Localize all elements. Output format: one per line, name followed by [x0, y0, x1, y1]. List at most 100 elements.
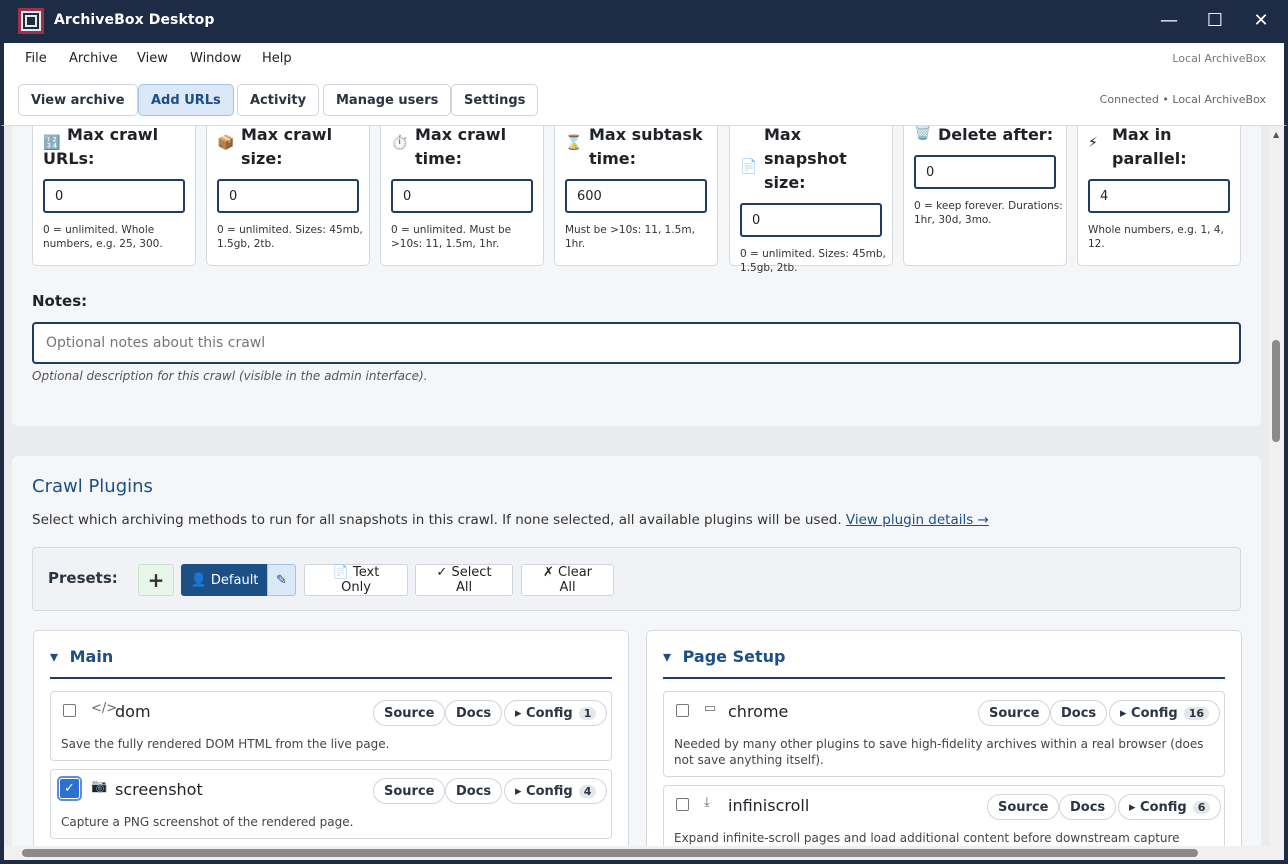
maximize-icon[interactable]: ☐ [1204, 10, 1226, 32]
config-button[interactable]: ▸ Config 1 [504, 700, 608, 726]
plugin-name: screenshot [115, 780, 203, 799]
dom-checkbox[interactable] [63, 704, 76, 717]
plugin-group-page-setup: ▾ Page Setup ▭ chrome Source Docs ▸ Conf… [646, 630, 1242, 846]
group-divider [50, 677, 612, 679]
limit-max-crawl-urls: 🔢 Max crawl URLs: 0 = unlimited. Whole n… [32, 126, 196, 266]
plugin-dom: </> dom Source Docs ▸ Config 1 Save the f… [50, 691, 612, 761]
notes-help-text: Optional description for this crawl (vis… [32, 369, 428, 383]
delete-after-input[interactable] [914, 155, 1056, 189]
app-logo-icon [18, 8, 44, 34]
manage-users-button[interactable]: Manage users [323, 84, 452, 116]
presets-bar: Presets: + 👤 Default ✎ 📄 Text Only ✓ Sel… [32, 547, 1241, 611]
limit-max-crawl-size: 📦 Max crawl size: 0 = unlimited. Sizes: … [206, 126, 370, 266]
menu-archive[interactable]: Archive [69, 51, 118, 66]
add-urls-button[interactable]: Add URLs [138, 84, 234, 116]
plugin-name: dom [115, 702, 151, 721]
scroll-down-icon: ⤓ [704, 795, 710, 810]
menu-file[interactable]: File [25, 51, 47, 66]
view-plugin-details-link[interactable]: View plugin details → [846, 512, 989, 528]
group-page-setup-toggle[interactable]: ▾ Page Setup [663, 647, 785, 666]
limit-delete-after: 🗑️ Delete after: 0 = keep forever. Durat… [903, 126, 1067, 266]
package-icon: 📦 [217, 135, 235, 151]
notes-label: Notes: [32, 292, 88, 310]
plugin-chrome: ▭ chrome Source Docs ▸ Config 16 Needed b… [663, 691, 1225, 777]
document-icon: 📄 [740, 159, 758, 175]
window-frame [1284, 126, 1288, 864]
source-button[interactable]: Source [978, 700, 1051, 726]
instance-label: Local ArchiveBox [1172, 52, 1266, 65]
edit-preset-button[interactable]: ✎ [267, 564, 296, 596]
connection-status: Connected • Local ArchiveBox [1099, 93, 1266, 106]
config-button[interactable]: ▸ Config 4 [504, 778, 608, 804]
max-in-parallel-input[interactable] [1088, 179, 1230, 213]
limit-max-snapshot-size: Max 📄 snapshot size: 0 = unlimited. Size… [729, 126, 893, 274]
vertical-scroll-thumb[interactable] [1272, 340, 1280, 442]
vertical-scrollbar[interactable]: ▲ [1269, 126, 1284, 846]
max-snapshot-size-input[interactable] [740, 203, 882, 237]
group-divider [663, 677, 1225, 679]
docs-button[interactable]: Docs [445, 778, 503, 804]
window-title: ArchiveBox Desktop [54, 12, 215, 28]
docs-button[interactable]: Docs [445, 700, 503, 726]
window-frame [0, 126, 4, 864]
minimize-icon[interactable]: — [1158, 10, 1180, 32]
infiniscroll-checkbox[interactable] [676, 798, 689, 811]
menu-view[interactable]: View [137, 51, 168, 66]
max-crawl-urls-input[interactable] [43, 179, 185, 213]
menu-help[interactable]: Help [262, 51, 292, 66]
browser-window-icon: ▭ [704, 701, 717, 716]
menu-window[interactable]: Window [190, 51, 241, 66]
plugin-group-main: ▾ Main </> dom Source Docs ▸ Config 1 Sav… [33, 630, 629, 846]
max-subtask-time-input[interactable] [565, 179, 707, 213]
chrome-checkbox[interactable] [676, 704, 689, 717]
settings-button[interactable]: Settings [451, 84, 539, 116]
source-button[interactable]: Source [373, 778, 446, 804]
lightning-icon: ⚡ [1088, 135, 1098, 151]
config-button[interactable]: ▸ Config 16 [1109, 700, 1221, 726]
window-frame [0, 860, 1288, 864]
screenshot-checkbox[interactable]: ✓ [57, 776, 82, 801]
default-preset-button[interactable]: 👤 Default [181, 564, 268, 596]
plugin-description: Needed by many other plugins to save hig… [674, 737, 1204, 767]
title-bar: ArchiveBox Desktop — ☐ ✕ [0, 0, 1288, 43]
plugin-description: Expand infinite-scroll pages and load ad… [674, 831, 1180, 845]
crawl-plugins-description: Select which archiving methods to run fo… [32, 512, 989, 528]
toolbar: View archive Add URLs Activity Manage us… [0, 75, 1288, 126]
crawl-plugins-title: Crawl Plugins [32, 476, 153, 497]
plugin-infiniscroll: ⤓ infiniscroll Source Docs ▸ Config 6 Exp… [663, 785, 1225, 846]
notes-input[interactable] [32, 322, 1241, 364]
group-main-toggle[interactable]: ▾ Main [50, 647, 113, 666]
presets-label: Presets: [48, 569, 118, 587]
stopwatch-icon: ⏱️ [391, 135, 409, 151]
main-content: 🔢 Max crawl URLs: 0 = unlimited. Whole n… [4, 126, 1269, 846]
code-icon: </> [91, 701, 118, 716]
horizontal-scrollbar[interactable] [4, 846, 1284, 860]
menu-bar: File Archive View Window Help Local Arch… [0, 43, 1288, 75]
plugin-name: infiniscroll [728, 796, 810, 815]
clear-all-button[interactable]: ✗ Clear All [521, 564, 614, 596]
select-all-button[interactable]: ✓ Select All [415, 564, 513, 596]
docs-button[interactable]: Docs [1059, 794, 1117, 820]
plugin-description: Capture a PNG screenshot of the rendered… [61, 815, 354, 829]
camera-icon: 📷 [91, 779, 108, 794]
plugin-screenshot: ✓ 📷 screenshot Source Docs ▸ Config 4 Cap… [50, 769, 612, 839]
max-crawl-time-input[interactable] [391, 179, 533, 213]
scroll-up-icon[interactable]: ▲ [1273, 130, 1279, 139]
add-preset-button[interactable]: + [138, 564, 174, 596]
max-crawl-size-input[interactable] [217, 179, 359, 213]
limit-max-crawl-time: ⏱️ Max crawl time: 0 = unlimited. Must b… [380, 126, 544, 266]
plugin-description: Save the fully rendered DOM HTML from th… [61, 737, 390, 751]
config-button[interactable]: ▸ Config 6 [1118, 794, 1222, 820]
trash-icon: 🗑️ [914, 126, 932, 141]
limit-max-in-parallel: ⚡ Max in parallel: Whole numbers, e.g. 1… [1077, 126, 1241, 266]
text-only-preset-button[interactable]: 📄 Text Only [304, 564, 408, 596]
source-button[interactable]: Source [987, 794, 1060, 820]
view-archive-button[interactable]: View archive [18, 84, 138, 116]
plugin-name: chrome [728, 702, 789, 721]
activity-button[interactable]: Activity [237, 84, 320, 116]
docs-button[interactable]: Docs [1050, 700, 1108, 726]
close-icon[interactable]: ✕ [1250, 10, 1272, 32]
horizontal-scroll-thumb[interactable] [22, 849, 1198, 857]
source-button[interactable]: Source [373, 700, 446, 726]
hourglass-icon: ⌛ [565, 135, 583, 151]
